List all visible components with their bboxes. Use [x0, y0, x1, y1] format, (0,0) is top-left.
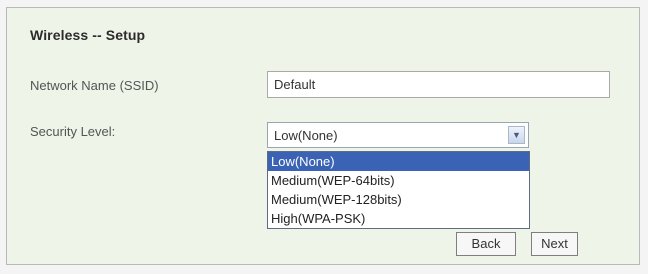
next-button[interactable]: Next	[531, 232, 578, 256]
security-level-dropdown-list: Low(None) Medium(WEP-64bits) Medium(WEP-…	[267, 151, 530, 229]
security-option-medium-wep128[interactable]: Medium(WEP-128bits)	[268, 190, 529, 209]
security-option-low[interactable]: Low(None)	[268, 152, 529, 171]
security-option-high-wpa-psk[interactable]: High(WPA-PSK)	[268, 209, 529, 228]
ssid-label: Network Name (SSID)	[30, 78, 159, 93]
security-level-select[interactable]: Low(None) ▼	[267, 122, 529, 148]
security-option-medium-wep64[interactable]: Medium(WEP-64bits)	[268, 171, 529, 190]
page-title: Wireless -- Setup	[30, 27, 146, 43]
chevron-down-icon[interactable]: ▼	[508, 126, 525, 144]
page-background: Wireless -- Setup Network Name (SSID) Se…	[0, 0, 648, 274]
back-button[interactable]: Back	[456, 232, 516, 256]
security-level-selected-value: Low(None)	[274, 128, 338, 143]
security-level-label: Security Level:	[30, 124, 116, 139]
ssid-input[interactable]	[267, 71, 610, 98]
